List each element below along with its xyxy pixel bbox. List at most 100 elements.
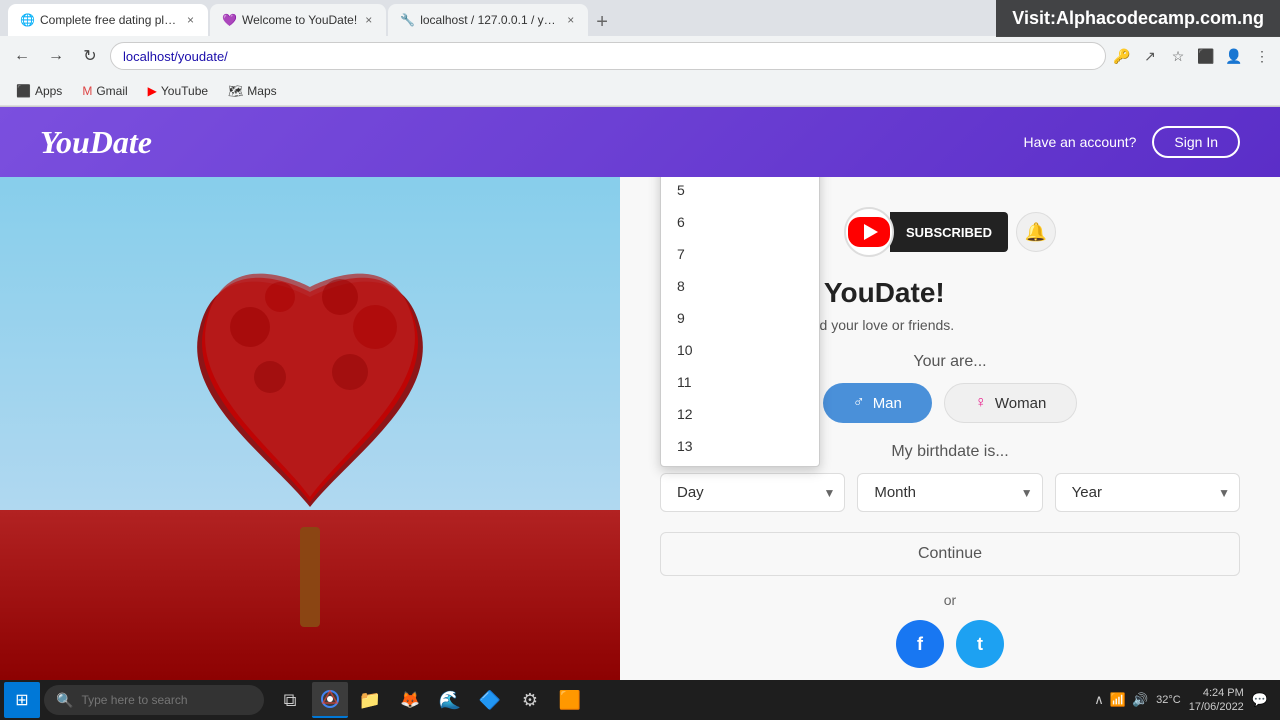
file-explorer-icon[interactable]: 📁 (352, 682, 388, 718)
have-account-text: Have an account? (1024, 134, 1137, 150)
address-bar-icons: 🔑 ↗ ☆ ⬛ 👤 ⋮ (1112, 46, 1272, 66)
chevron-up-icon[interactable]: ∧ (1094, 692, 1104, 708)
gmail-icon: M (82, 84, 92, 98)
youtube-play-icon (848, 217, 890, 247)
man-icon: ♂ (853, 394, 865, 412)
tab-3[interactable]: 🔧 localhost / 127.0.0.1 / youdate... × (388, 4, 588, 36)
facebook-button[interactable]: f (896, 620, 944, 668)
reload-button[interactable]: ↻ (76, 42, 104, 70)
tab-close-1[interactable]: × (185, 11, 196, 29)
bookmark-gmail[interactable]: M Gmail (74, 82, 135, 100)
day-option-9[interactable]: 9 (661, 302, 819, 334)
address-bar[interactable]: localhost/youdate/ (110, 42, 1106, 70)
apps-icon: ⬛ (16, 84, 31, 98)
system-icons: ∧ 📶 🔊 (1094, 692, 1148, 708)
day-option-7[interactable]: 7 (661, 238, 819, 270)
site-logo: YouDate (40, 124, 152, 161)
day-option-5[interactable]: 5 (661, 177, 819, 206)
browser-chrome: 🌐 Complete free dating platform ... × 💜 … (0, 0, 1280, 107)
network-icon[interactable]: 📶 (1110, 692, 1126, 708)
signin-button[interactable]: Sign In (1152, 126, 1240, 158)
tab-title-2: Welcome to YouDate! (242, 13, 357, 27)
extra-icon-1[interactable]: 🔷 (472, 682, 508, 718)
clock[interactable]: 4:24 PM 17/06/2022 (1189, 686, 1244, 715)
menu-icon[interactable]: ⋮ (1252, 46, 1272, 66)
month-select[interactable]: Month JanuaryFebruaryMarchAprilMayJuneJu… (857, 473, 1042, 512)
tab-title-3: localhost / 127.0.0.1 / youdate... (420, 13, 559, 27)
youtube-badge: SUBSCRIBED 🔔 (844, 207, 1056, 257)
day-dropdown-list: 12345678910111213141516171819 (661, 177, 819, 466)
star-icon[interactable]: ☆ (1168, 46, 1188, 66)
woman-icon: ♀ (975, 394, 987, 412)
tab-favicon-2: 💜 (222, 13, 236, 27)
day-option-8[interactable]: 8 (661, 270, 819, 302)
temperature: 32°C (1156, 694, 1181, 706)
taskbar-right: ∧ 📶 🔊 32°C 4:24 PM 17/06/2022 💬 (1094, 686, 1276, 715)
tab-close-3[interactable]: × (565, 11, 576, 29)
bookmarks-bar: ⬛ Apps M Gmail ▶ YouTube 🗺 Maps (0, 76, 1280, 106)
year-select[interactable]: Year 20222021202020192018201720162015201… (1055, 473, 1240, 512)
woman-button[interactable]: ♀ Woman (944, 383, 1077, 423)
chrome-icon[interactable] (312, 682, 348, 718)
site-header: YouDate Have an account? Sign In (0, 107, 1280, 177)
day-option-14[interactable]: 14 (661, 462, 819, 466)
header-right: Have an account? Sign In (1024, 126, 1240, 158)
subscribed-badge: SUBSCRIBED (890, 212, 1008, 252)
extensions-icon[interactable]: ⬛ (1196, 46, 1216, 66)
day-option-11[interactable]: 11 (661, 366, 819, 398)
profile-icon[interactable]: 👤 (1224, 46, 1244, 66)
taskbar-search-input[interactable] (81, 693, 252, 707)
address-text: localhost/youdate/ (123, 49, 228, 64)
extra-icon-3[interactable]: 🟧 (552, 682, 588, 718)
day-dropdown: Day 12345678910111213141516171819 (660, 177, 820, 467)
key-icon[interactable]: 🔑 (1112, 46, 1132, 66)
edge-icon[interactable]: 🌊 (432, 682, 468, 718)
date-display: 17/06/2022 (1189, 700, 1244, 714)
day-select[interactable]: Day 123456789101112131415161718192021222… (660, 473, 845, 512)
continue-button[interactable]: Continue (660, 532, 1240, 576)
month-select-wrapper: Month JanuaryFebruaryMarchAprilMayJuneJu… (857, 473, 1042, 512)
time-display: 4:24 PM (1189, 686, 1244, 700)
tab-favicon-3: 🔧 (400, 13, 414, 27)
main-content: SUBSCRIBED 🔔 Welcome to YouDate! A place… (0, 177, 1280, 689)
twitter-button[interactable]: t (956, 620, 1004, 668)
tab-1[interactable]: 🌐 Complete free dating platform ... × (8, 4, 208, 36)
day-option-10[interactable]: 10 (661, 334, 819, 366)
volume-icon[interactable]: 🔊 (1132, 692, 1148, 708)
heart-image-section (0, 177, 620, 689)
chrome-logo-icon (320, 689, 340, 709)
address-bar-row: ← → ↻ localhost/youdate/ 🔑 ↗ ☆ ⬛ 👤 ⋮ (0, 36, 1280, 76)
share-icon[interactable]: ↗ (1140, 46, 1160, 66)
tab-close-2[interactable]: × (363, 11, 374, 29)
day-option-13[interactable]: 13 (661, 430, 819, 462)
tab-2[interactable]: 💜 Welcome to YouDate! × (210, 4, 386, 36)
man-label: Man (873, 395, 902, 412)
heart-tree-svg (120, 197, 500, 637)
date-row: Day 12345678910111213141516171819 Day 12… (660, 473, 1240, 512)
man-button[interactable]: ♂ Man (823, 383, 932, 423)
tab-title-1: Complete free dating platform ... (40, 13, 179, 27)
youtube-label: YouTube (161, 84, 208, 98)
taskbar: ⊞ 🔍 ⧉ 📁 🦊 🌊 🔷 ⚙ 🟧 ∧ 📶 🔊 32°C 4:24 PM (0, 680, 1280, 720)
firefox-icon[interactable]: 🦊 (392, 682, 428, 718)
windows-logo: ⊞ (15, 690, 28, 710)
task-view-icon[interactable]: ⧉ (272, 682, 308, 718)
heart-background (0, 177, 620, 689)
taskbar-search[interactable]: 🔍 (44, 685, 264, 715)
bell-button[interactable]: 🔔 (1016, 212, 1056, 252)
bookmark-apps[interactable]: ⬛ Apps (8, 82, 70, 100)
forward-button[interactable]: → (42, 42, 70, 70)
day-option-6[interactable]: 6 (661, 206, 819, 238)
extra-icon-2[interactable]: ⚙ (512, 682, 548, 718)
bookmark-youtube[interactable]: ▶ YouTube (140, 82, 216, 100)
notification-icon[interactable]: 💬 (1252, 692, 1268, 708)
new-tab-button[interactable]: + (594, 9, 610, 36)
day-option-12[interactable]: 12 (661, 398, 819, 430)
bookmark-maps[interactable]: 🗺 Maps (220, 82, 285, 100)
start-button[interactable]: ⊞ (4, 682, 40, 718)
facebook-icon: f (917, 634, 923, 655)
tab-favicon-1: 🌐 (20, 13, 34, 27)
maps-label: Maps (247, 84, 276, 98)
maps-icon: 🗺 (228, 84, 243, 98)
back-button[interactable]: ← (8, 42, 36, 70)
